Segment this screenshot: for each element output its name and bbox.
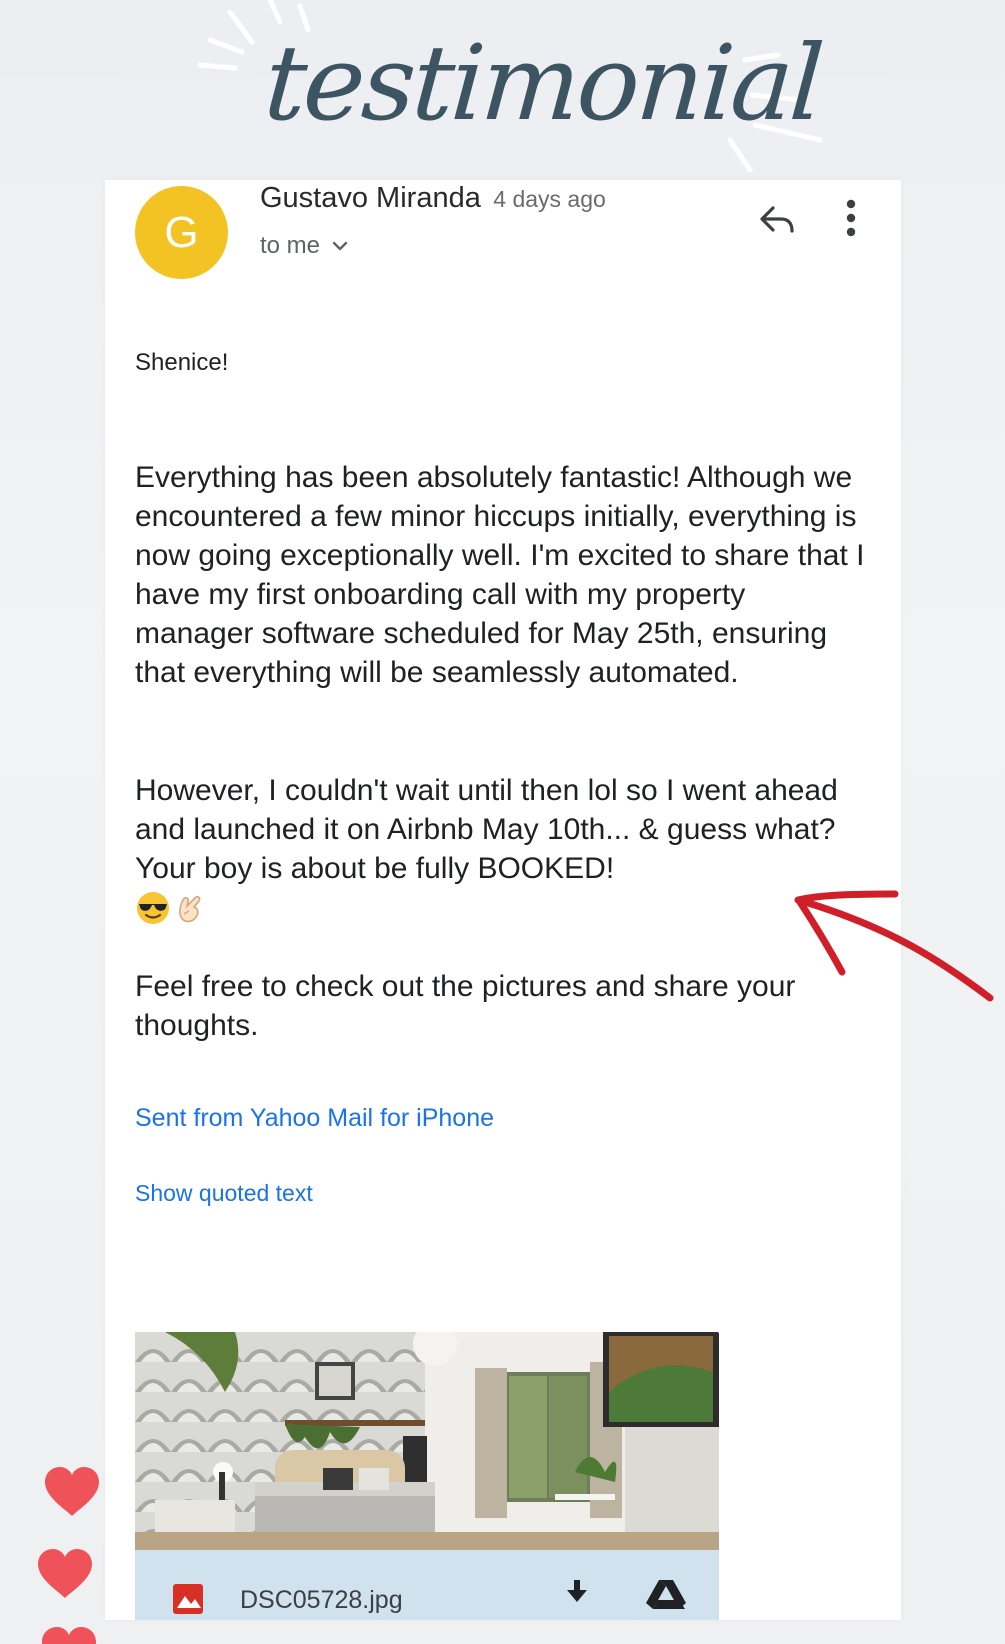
email-greeting: Shenice! <box>135 349 229 376</box>
testimonial-title: testimonial <box>260 22 825 144</box>
recipient-label: to me <box>260 232 321 259</box>
heart-icon <box>45 1467 99 1516</box>
email-paragraph-1: Everything has been absolutely fantastic… <box>135 461 865 689</box>
heart-icon <box>38 1549 92 1598</box>
emoji-row <box>135 890 207 931</box>
recipient-details[interactable]: to me <box>260 232 348 260</box>
story-page: testimonial G Gustavo Miranda 4 days ago… <box>0 0 1005 1644</box>
attachment-card[interactable]: DSC05728.jpg <box>135 1332 719 1620</box>
attachment-bar: DSC05728.jpg <box>135 1550 719 1620</box>
sender-avatar[interactable]: G <box>135 186 228 279</box>
download-icon[interactable] <box>565 1578 589 1608</box>
email-paragraph-3: Feel free to check out the pictures and … <box>135 970 796 1042</box>
attachment-thumbnail[interactable] <box>135 1332 719 1550</box>
more-vert-icon[interactable] <box>845 198 857 238</box>
drive-icon[interactable] <box>645 1578 687 1610</box>
heart-icon <box>42 1627 96 1644</box>
show-quoted-text-link[interactable]: Show quoted text <box>135 1180 313 1207</box>
attachment-file-name: DSC05728.jpg <box>240 1586 403 1614</box>
red-arrow-annotation <box>794 890 994 1002</box>
email-paragraph-2: However, I couldn't wait until then lol … <box>135 774 838 885</box>
title-area: testimonial <box>180 0 880 185</box>
reply-icon[interactable] <box>757 204 797 238</box>
sent-from-link[interactable]: Sent from Yahoo Mail for iPhone <box>135 1104 494 1133</box>
sunglasses-emoji-icon <box>135 890 171 931</box>
image-file-icon <box>171 1582 205 1616</box>
chevron-down-icon[interactable] <box>332 240 348 252</box>
call-me-hand-emoji-icon <box>175 890 207 931</box>
sender-line: Gustavo Miranda 4 days ago <box>260 182 606 215</box>
email-time: 4 days ago <box>493 186 606 212</box>
sender-name[interactable]: Gustavo Miranda <box>260 182 481 214</box>
